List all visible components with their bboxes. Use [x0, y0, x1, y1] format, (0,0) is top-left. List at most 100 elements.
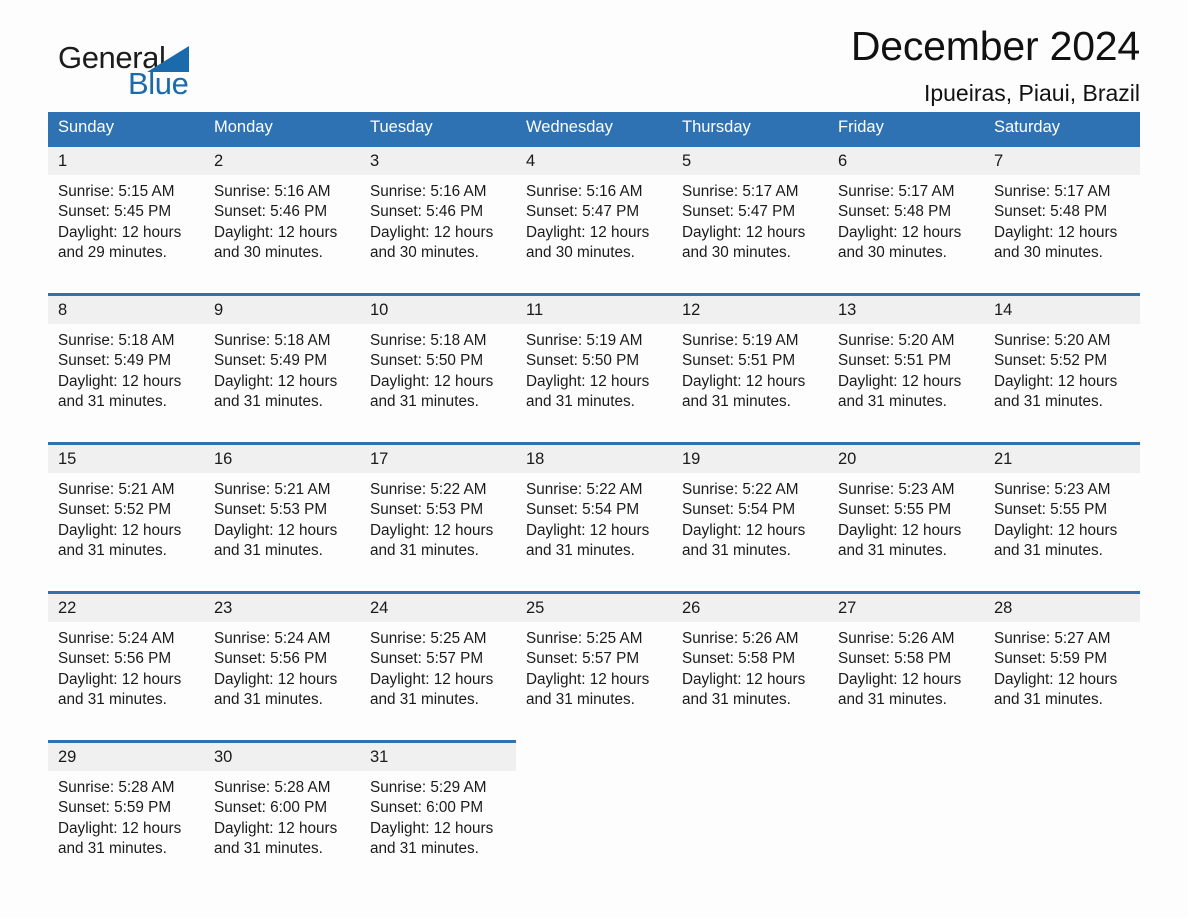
day-cell[interactable]: Sunrise: 5:21 AM Sunset: 5:53 PM Dayligh… — [204, 473, 360, 593]
week-2-detail-row: Sunrise: 5:18 AM Sunset: 5:49 PM Dayligh… — [48, 324, 1140, 444]
day-cell[interactable]: Sunrise: 5:25 AM Sunset: 5:57 PM Dayligh… — [516, 622, 672, 742]
day-cell[interactable]: Sunrise: 5:25 AM Sunset: 5:57 PM Dayligh… — [360, 622, 516, 742]
sunrise-text: Sunrise: 5:21 AM — [214, 481, 331, 498]
sunrise-sunset-calendar: Sunday Monday Tuesday Wednesday Thursday… — [48, 112, 1140, 889]
sunrise-text: Sunrise: 5:19 AM — [682, 332, 799, 349]
day-cell[interactable]: Sunrise: 5:18 AM Sunset: 5:49 PM Dayligh… — [48, 324, 204, 444]
day-number[interactable]: 24 — [360, 591, 516, 622]
week-4-daynum-row: 22 23 24 25 26 27 28 — [48, 591, 1140, 622]
day-cell[interactable]: Sunrise: 5:26 AM Sunset: 5:58 PM Dayligh… — [828, 622, 984, 742]
day-cell[interactable]: Sunrise: 5:23 AM Sunset: 5:55 PM Dayligh… — [828, 473, 984, 593]
dow-header-tuesday: Tuesday — [360, 112, 516, 146]
sunset-text: Sunset: 5:51 PM — [838, 352, 952, 370]
day-cell[interactable]: Sunrise: 5:15 AM Sunset: 5:45 PM Dayligh… — [48, 175, 204, 295]
day-number[interactable]: 16 — [204, 442, 360, 473]
day-cell[interactable]: Sunrise: 5:20 AM Sunset: 5:51 PM Dayligh… — [828, 324, 984, 444]
day-number[interactable]: 22 — [48, 591, 204, 622]
day-number[interactable]: 26 — [672, 591, 828, 622]
day-number[interactable]: 3 — [360, 144, 516, 175]
day-cell[interactable]: Sunrise: 5:28 AM Sunset: 5:59 PM Dayligh… — [48, 771, 204, 889]
general-blue-logo[interactable]: General Blue — [48, 42, 218, 106]
day-number[interactable]: 7 — [984, 144, 1140, 175]
sunrise-text: Sunrise: 5:27 AM — [994, 630, 1111, 647]
sunset-text: Sunset: 5:47 PM — [682, 203, 796, 221]
sunset-text: Sunset: 5:57 PM — [370, 650, 484, 668]
day-number[interactable]: 13 — [828, 293, 984, 324]
week-1-detail-row: Sunrise: 5:15 AM Sunset: 5:45 PM Dayligh… — [48, 175, 1140, 295]
day-number[interactable]: 25 — [516, 591, 672, 622]
day-number[interactable]: 27 — [828, 591, 984, 622]
sunset-text: Sunset: 5:56 PM — [214, 650, 328, 668]
day-cell[interactable]: Sunrise: 5:16 AM Sunset: 5:46 PM Dayligh… — [360, 175, 516, 295]
day-number[interactable]: 21 — [984, 442, 1140, 473]
sunset-text: Sunset: 5:59 PM — [994, 650, 1108, 668]
day-number[interactable]: 12 — [672, 293, 828, 324]
day-cell[interactable]: Sunrise: 5:24 AM Sunset: 5:56 PM Dayligh… — [48, 622, 204, 742]
day-cell[interactable]: Sunrise: 5:24 AM Sunset: 5:56 PM Dayligh… — [204, 622, 360, 742]
daylight-text: Daylight: 12 hours and 31 minutes. — [370, 521, 494, 559]
day-number[interactable]: 28 — [984, 591, 1140, 622]
day-number[interactable]: 5 — [672, 144, 828, 175]
day-cell[interactable]: Sunrise: 5:16 AM Sunset: 5:46 PM Dayligh… — [204, 175, 360, 295]
day-cell[interactable]: Sunrise: 5:17 AM Sunset: 5:48 PM Dayligh… — [828, 175, 984, 295]
day-number[interactable]: 1 — [48, 144, 204, 175]
sunset-text: Sunset: 5:47 PM — [526, 203, 640, 221]
empty-day-cell — [828, 771, 984, 889]
day-cell[interactable]: Sunrise: 5:22 AM Sunset: 5:53 PM Dayligh… — [360, 473, 516, 593]
daylight-text: Daylight: 12 hours and 31 minutes. — [58, 521, 182, 559]
sunrise-text: Sunrise: 5:20 AM — [838, 332, 955, 349]
day-cell[interactable]: Sunrise: 5:22 AM Sunset: 5:54 PM Dayligh… — [672, 473, 828, 593]
day-number[interactable]: 2 — [204, 144, 360, 175]
daylight-text: Daylight: 12 hours and 31 minutes. — [838, 670, 962, 708]
day-cell[interactable]: Sunrise: 5:23 AM Sunset: 5:55 PM Dayligh… — [984, 473, 1140, 593]
logo-word-blue: Blue — [128, 66, 189, 101]
daylight-text: Daylight: 12 hours and 31 minutes. — [994, 372, 1118, 410]
daylight-text: Daylight: 12 hours and 31 minutes. — [58, 372, 182, 410]
sunrise-text: Sunrise: 5:19 AM — [526, 332, 643, 349]
dow-header-thursday: Thursday — [672, 112, 828, 146]
day-number[interactable]: 9 — [204, 293, 360, 324]
day-cell[interactable]: Sunrise: 5:17 AM Sunset: 5:48 PM Dayligh… — [984, 175, 1140, 295]
day-number[interactable]: 19 — [672, 442, 828, 473]
sunset-text: Sunset: 5:49 PM — [58, 352, 172, 370]
day-number[interactable]: 4 — [516, 144, 672, 175]
day-cell[interactable]: Sunrise: 5:16 AM Sunset: 5:47 PM Dayligh… — [516, 175, 672, 295]
day-number[interactable]: 10 — [360, 293, 516, 324]
day-number[interactable]: 29 — [48, 740, 204, 771]
day-cell[interactable]: Sunrise: 5:18 AM Sunset: 5:50 PM Dayligh… — [360, 324, 516, 444]
day-number[interactable]: 17 — [360, 442, 516, 473]
day-number[interactable]: 8 — [48, 293, 204, 324]
daylight-text: Daylight: 12 hours and 31 minutes. — [58, 819, 182, 857]
sunset-text: Sunset: 5:56 PM — [58, 650, 172, 668]
sunset-text: Sunset: 5:52 PM — [58, 501, 172, 519]
day-cell[interactable]: Sunrise: 5:21 AM Sunset: 5:52 PM Dayligh… — [48, 473, 204, 593]
sunset-text: Sunset: 5:55 PM — [838, 501, 952, 519]
day-number[interactable]: 18 — [516, 442, 672, 473]
day-cell[interactable]: Sunrise: 5:17 AM Sunset: 5:47 PM Dayligh… — [672, 175, 828, 295]
day-cell[interactable]: Sunrise: 5:27 AM Sunset: 5:59 PM Dayligh… — [984, 622, 1140, 742]
day-cell[interactable]: Sunrise: 5:28 AM Sunset: 6:00 PM Dayligh… — [204, 771, 360, 889]
day-cell[interactable]: Sunrise: 5:29 AM Sunset: 6:00 PM Dayligh… — [360, 771, 516, 889]
day-number[interactable]: 31 — [360, 740, 516, 771]
day-cell[interactable]: Sunrise: 5:18 AM Sunset: 5:49 PM Dayligh… — [204, 324, 360, 444]
day-number[interactable]: 14 — [984, 293, 1140, 324]
day-cell[interactable]: Sunrise: 5:20 AM Sunset: 5:52 PM Dayligh… — [984, 324, 1140, 444]
sunrise-text: Sunrise: 5:22 AM — [526, 481, 643, 498]
day-number[interactable]: 30 — [204, 740, 360, 771]
week-4-detail-row: Sunrise: 5:24 AM Sunset: 5:56 PM Dayligh… — [48, 622, 1140, 742]
day-number[interactable]: 11 — [516, 293, 672, 324]
day-cell[interactable]: Sunrise: 5:19 AM Sunset: 5:50 PM Dayligh… — [516, 324, 672, 444]
daylight-text: Daylight: 12 hours and 30 minutes. — [214, 223, 338, 261]
day-number[interactable]: 6 — [828, 144, 984, 175]
day-cell[interactable]: Sunrise: 5:19 AM Sunset: 5:51 PM Dayligh… — [672, 324, 828, 444]
dow-header-wednesday: Wednesday — [516, 112, 672, 146]
day-cell[interactable]: Sunrise: 5:22 AM Sunset: 5:54 PM Dayligh… — [516, 473, 672, 593]
week-2-daynum-row: 8 9 10 11 12 13 14 — [48, 293, 1140, 324]
day-number[interactable]: 20 — [828, 442, 984, 473]
day-number[interactable]: 15 — [48, 442, 204, 473]
day-number[interactable]: 23 — [204, 591, 360, 622]
day-cell[interactable]: Sunrise: 5:26 AM Sunset: 5:58 PM Dayligh… — [672, 622, 828, 742]
empty-day-number — [984, 741, 1140, 771]
daylight-text: Daylight: 12 hours and 31 minutes. — [214, 521, 338, 559]
sunrise-text: Sunrise: 5:25 AM — [526, 630, 643, 647]
